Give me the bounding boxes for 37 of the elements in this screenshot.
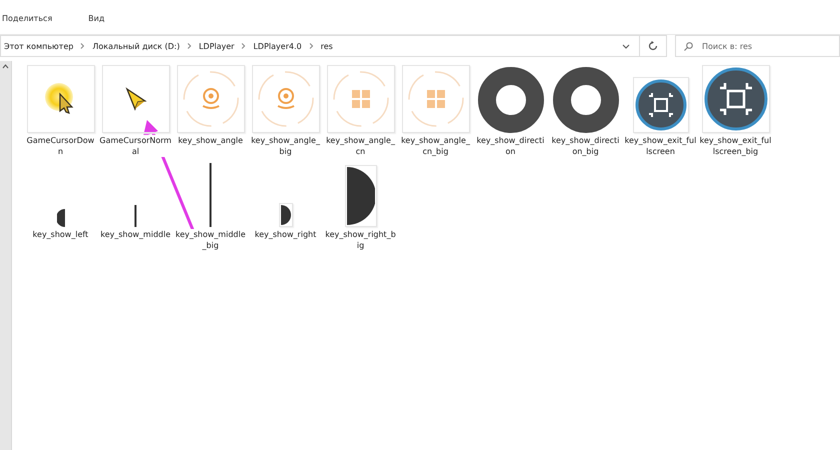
- breadcrumb-item[interactable]: Этот компьютер: [4, 42, 74, 50]
- dropdown-icon[interactable]: [622, 44, 630, 48]
- bar-icon[interactable]: [209, 163, 212, 227]
- file-name[interactable]: key_show_middle_big: [174, 229, 246, 251]
- fullscreen-icon[interactable]: [704, 67, 768, 131]
- cursor-icon[interactable]: [124, 87, 148, 111]
- file-name[interactable]: key_show_direction_big: [550, 135, 622, 157]
- file-name[interactable]: key_show_angle_cn: [324, 135, 396, 157]
- file-name[interactable]: key_show_right_big: [324, 229, 396, 251]
- bar-icon[interactable]: [134, 205, 137, 227]
- file-name[interactable]: GameCursorNormal: [100, 135, 172, 157]
- chevron-icon: [186, 43, 192, 49]
- menu-item[interactable]: Вид: [88, 14, 104, 32]
- scroll-up-icon[interactable]: [2, 64, 9, 69]
- donut-icon[interactable]: [478, 67, 544, 133]
- breadcrumb-item[interactable]: LDPlayer: [198, 42, 234, 50]
- address-bar[interactable]: Этот компьютер Локальный диск (D:) LDPlayer LDPlayer4.0 res: [0, 35, 667, 57]
- search-field[interactable]: Поиск в: res: [675, 35, 840, 57]
- file-name[interactable]: key_show_exit_fullscreen_big: [700, 135, 772, 157]
- breadcrumb-item[interactable]: LDPlayer4.0: [253, 42, 302, 50]
- scroll-bar[interactable]: [0, 61, 12, 450]
- file-name[interactable]: key_show_angle_big: [250, 135, 322, 157]
- file-name[interactable]: GameCursorDown: [24, 135, 96, 157]
- file-name[interactable]: key_show_direction: [474, 135, 546, 157]
- refresh-icon[interactable]: [648, 41, 658, 51]
- file-name[interactable]: key_show_middle: [100, 229, 172, 240]
- search-icon: [684, 42, 693, 51]
- chevron-icon: [308, 43, 314, 49]
- chevron-icon: [80, 43, 86, 49]
- file-name[interactable]: key_show_angle_cn_big: [400, 135, 472, 157]
- breadcrumb-item[interactable]: Локальный диск (D:): [92, 42, 180, 50]
- breadcrumb-item[interactable]: res: [320, 42, 333, 50]
- donut-icon[interactable]: [552, 67, 618, 133]
- file-name[interactable]: key_show_exit_fullscreen: [624, 135, 696, 157]
- chevron-icon: [241, 43, 246, 49]
- fullscreen-icon[interactable]: [634, 79, 686, 131]
- menu-item[interactable]: Поделиться: [2, 14, 52, 32]
